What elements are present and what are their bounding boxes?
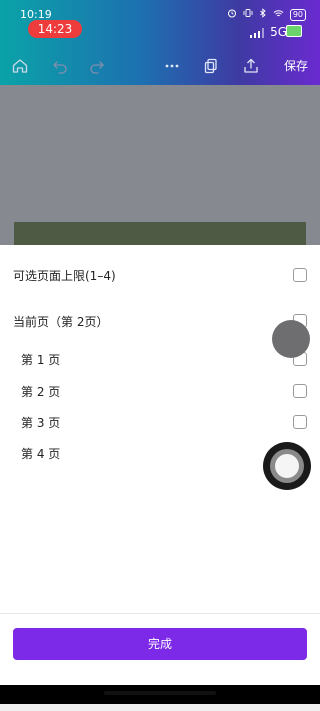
- done-button[interactable]: 完成: [13, 628, 307, 660]
- canvas-page-preview: [14, 222, 306, 245]
- page-4-label: 第 4 页: [21, 446, 61, 461]
- page-2-label: 第 2 页: [21, 384, 61, 399]
- current-page-row[interactable]: 当前页（第 2页）: [0, 306, 320, 336]
- page-limit-checkbox[interactable]: [293, 268, 307, 282]
- wifi-icon: [273, 9, 284, 21]
- sheet-divider: [0, 613, 320, 614]
- page-1-row[interactable]: 第 1 页: [0, 344, 320, 374]
- page-2-row[interactable]: 第 2 页: [0, 376, 320, 406]
- page-3-checkbox[interactable]: [293, 415, 307, 429]
- bluetooth-icon: [259, 8, 267, 21]
- charging-battery-icon: [286, 25, 302, 37]
- home-indicator[interactable]: [104, 691, 216, 695]
- page-limit-row[interactable]: 可选页面上限(1–4): [0, 260, 320, 290]
- redo-icon[interactable]: [87, 56, 107, 76]
- status-icons: 90: [227, 8, 306, 21]
- home-icon[interactable]: [10, 56, 30, 76]
- save-button[interactable]: 保存: [284, 56, 308, 76]
- undo-icon[interactable]: [50, 56, 70, 76]
- page-3-row[interactable]: 第 3 页: [0, 407, 320, 437]
- battery-icon: 90: [289, 8, 306, 21]
- editor-toolbar: [0, 48, 320, 84]
- assistive-touch-center: [275, 454, 299, 478]
- bottom-strip: [0, 704, 320, 711]
- floating-touch-dot[interactable]: [272, 320, 310, 358]
- more-icon[interactable]: [162, 56, 182, 76]
- network-label: 5G: [270, 25, 287, 39]
- vibrate-icon: [243, 8, 253, 21]
- share-icon[interactable]: [241, 56, 261, 76]
- page-limit-label: 可选页面上限(1–4): [13, 268, 116, 283]
- page-1-label: 第 1 页: [21, 352, 61, 367]
- page-2-checkbox[interactable]: [293, 384, 307, 398]
- signal-icon: [250, 28, 264, 38]
- page-3-label: 第 3 页: [21, 415, 61, 430]
- canvas-overlay[interactable]: [0, 85, 320, 245]
- call-timer-pill[interactable]: 14:23: [28, 20, 82, 38]
- assistive-touch-button[interactable]: [263, 442, 311, 490]
- current-page-label: 当前页（第 2页）: [13, 314, 109, 329]
- assistive-touch-ring: [270, 449, 304, 483]
- pages-icon[interactable]: [201, 56, 221, 76]
- alarm-icon: [227, 8, 237, 21]
